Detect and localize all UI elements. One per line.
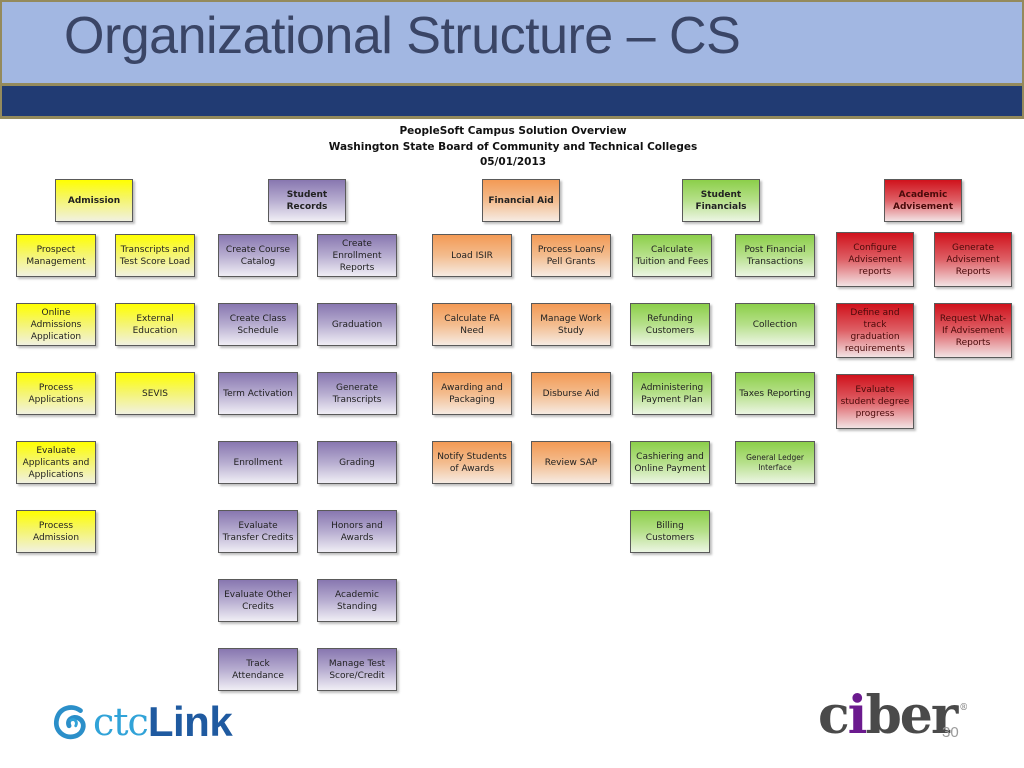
student-financials-item: Post Financial Transactions xyxy=(735,234,815,277)
student-records-item: Grading xyxy=(317,441,397,484)
student-financials-item: Calculate Tuition and Fees xyxy=(632,234,712,277)
module-header-financial-aid: Financial Aid xyxy=(482,179,560,222)
academic-advisement-item: Evaluate student degree progress xyxy=(836,374,914,429)
financial-aid-item: Load ISIR xyxy=(432,234,512,277)
ciber-logo-i: i xyxy=(847,685,868,746)
financial-aid-item: Calculate FA Need xyxy=(432,303,512,346)
student-records-item: Create Enrollment Reports xyxy=(317,234,397,277)
registered-mark: ® xyxy=(959,703,969,713)
financial-aid-item: Process Loans/ Pell Grants xyxy=(531,234,611,277)
student-financials-item: Cashiering and Online Payment xyxy=(630,441,710,484)
overview-line-1: PeopleSoft Campus Solution Overview xyxy=(399,125,627,137)
admission-item: Prospect Management xyxy=(16,234,96,277)
ctclink-logo-prefix: ctc xyxy=(93,700,149,744)
academic-advisement-item: Configure Advisement reports xyxy=(836,232,914,287)
ctclink-logo-suffix: Link xyxy=(147,698,233,745)
overview-line-2: Washington State Board of Community and … xyxy=(328,140,698,153)
admission-item: Evaluate Applicants and Applications xyxy=(16,441,96,484)
student-financials-item: Administering Payment Plan xyxy=(632,372,712,415)
overview-line-3: 05/01/2013 xyxy=(479,156,547,168)
admission-item: Process Admission xyxy=(16,510,96,553)
admission-item: Process Applications xyxy=(16,372,96,415)
module-header-student-records: Student Records xyxy=(268,179,346,222)
navy-divider-band xyxy=(0,86,1024,119)
admission-item: Transcripts and Test Score Load xyxy=(115,234,195,277)
financial-aid-item: Notify Students of Awards xyxy=(432,441,512,484)
admission-item: SEVIS xyxy=(115,372,195,415)
student-records-item: Track Attendance xyxy=(218,648,298,691)
student-financials-item: Collection xyxy=(735,303,815,346)
student-records-item: Create Class Schedule xyxy=(218,303,298,346)
overview-heading: PeopleSoft Campus Solution Overview Wash… xyxy=(300,124,726,171)
student-records-item: Create Course Catalog xyxy=(218,234,298,277)
student-records-item: Evaluate Other Credits xyxy=(218,579,298,622)
module-header-student-financials: Student Financials xyxy=(682,179,760,222)
financial-aid-item: Disburse Aid xyxy=(531,372,611,415)
admission-item: External Education xyxy=(115,303,195,346)
student-financials-item: General Ledger Interface xyxy=(735,441,815,484)
student-financials-item: Taxes Reporting xyxy=(735,372,815,415)
student-records-item: Honors and Awards xyxy=(317,510,397,553)
financial-aid-item: Review SAP xyxy=(531,441,611,484)
page-number: 30 xyxy=(942,724,959,741)
title-band: Organizational Structure – CS xyxy=(0,0,1024,86)
student-records-item: Generate Transcripts xyxy=(317,372,397,415)
student-financials-item: Billing Customers xyxy=(630,510,710,553)
financial-aid-item: Awarding and Packaging xyxy=(432,372,512,415)
academic-advisement-item: Generate Advisement Reports xyxy=(934,232,1012,287)
student-financials-item: Refunding Customers xyxy=(630,303,710,346)
student-records-item: Evaluate Transfer Credits xyxy=(218,510,298,553)
ciber-logo-c: c xyxy=(818,685,850,746)
academic-advisement-item: Request What-If Advisement Reports xyxy=(934,303,1012,358)
module-header-admission: Admission xyxy=(55,179,133,222)
student-records-item: Manage Test Score/Credit xyxy=(317,648,397,691)
student-records-item: Enrollment xyxy=(218,441,298,484)
ctclink-logo: ctc Link xyxy=(52,697,233,747)
ctclink-swirl-icon xyxy=(53,705,86,740)
module-header-academic-advisement: Academic Advisement xyxy=(884,179,962,222)
admission-item: Online Admissions Application xyxy=(16,303,96,346)
student-records-item: Academic Standing xyxy=(317,579,397,622)
financial-aid-item: Manage Work Study xyxy=(531,303,611,346)
student-records-item: Graduation xyxy=(317,303,397,346)
slide-title: Organizational Structure – CS xyxy=(64,7,741,65)
student-records-item: Term Activation xyxy=(218,372,298,415)
academic-advisement-item: Define and track graduation requirements xyxy=(836,303,914,358)
